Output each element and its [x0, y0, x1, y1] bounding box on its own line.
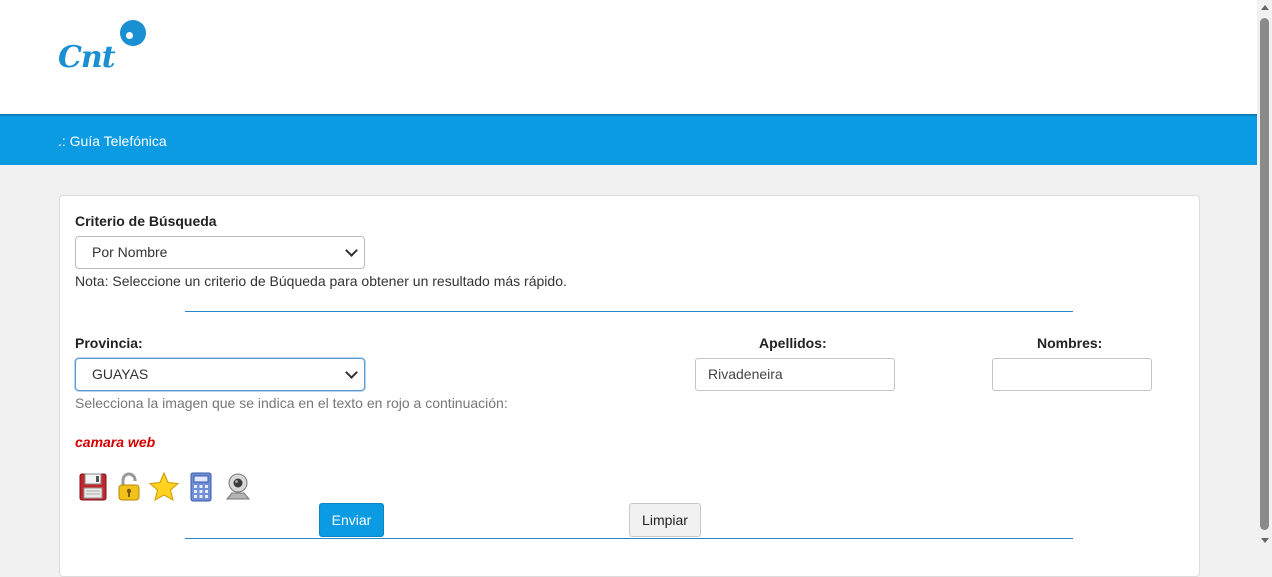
- webcam-icon[interactable]: [222, 471, 252, 503]
- criteria-select[interactable]: Por Nombre: [75, 236, 365, 269]
- scrollbar-thumb[interactable]: [1260, 18, 1269, 530]
- apellidos-label: Apellidos:: [759, 335, 827, 351]
- apellidos-input[interactable]: Rivadeneira: [695, 358, 895, 391]
- nombres-label: Nombres:: [1037, 335, 1103, 351]
- clear-button[interactable]: Limpiar: [629, 503, 701, 537]
- logo-dot-icon: [120, 20, 146, 46]
- criteria-select-value: Por Nombre: [92, 244, 168, 260]
- scrollbar[interactable]: [1257, 0, 1272, 548]
- provincia-select-value: GUAYAS: [92, 366, 149, 382]
- nav-title[interactable]: .: Guía Telefónica: [58, 133, 167, 149]
- search-panel: Criterio de Búsqueda Por Nombre Nota: Se…: [59, 195, 1200, 577]
- header: Cnt: [0, 0, 1257, 114]
- provincia-label: Provincia:: [75, 335, 143, 351]
- navbar: .: Guía Telefónica: [0, 114, 1257, 165]
- provincia-select[interactable]: GUAYAS: [75, 358, 365, 391]
- captcha-word: camara web: [75, 434, 156, 450]
- cnt-logo[interactable]: Cnt: [56, 18, 152, 78]
- logo-text: Cnt: [58, 40, 116, 75]
- scroll-down-icon[interactable]: [1261, 538, 1269, 543]
- captcha-instruction: Selecciona la imagen que se indica en el…: [75, 395, 508, 411]
- scroll-up-icon[interactable]: [1261, 5, 1269, 10]
- chevron-down-icon: [345, 366, 358, 379]
- criteria-label: Criterio de Búsqueda: [75, 213, 217, 229]
- divider-top: [185, 311, 1073, 312]
- floppy-disk-icon[interactable]: [78, 471, 108, 503]
- criteria-note: Nota: Seleccione un criterio de Búqueda …: [75, 273, 567, 289]
- chevron-down-icon: [345, 244, 358, 257]
- submit-button[interactable]: Enviar: [319, 503, 384, 537]
- divider-bottom: [185, 538, 1073, 539]
- calculator-icon[interactable]: [186, 471, 216, 503]
- nombres-input[interactable]: [992, 358, 1152, 391]
- padlock-icon[interactable]: [114, 471, 144, 503]
- star-icon[interactable]: [149, 471, 179, 503]
